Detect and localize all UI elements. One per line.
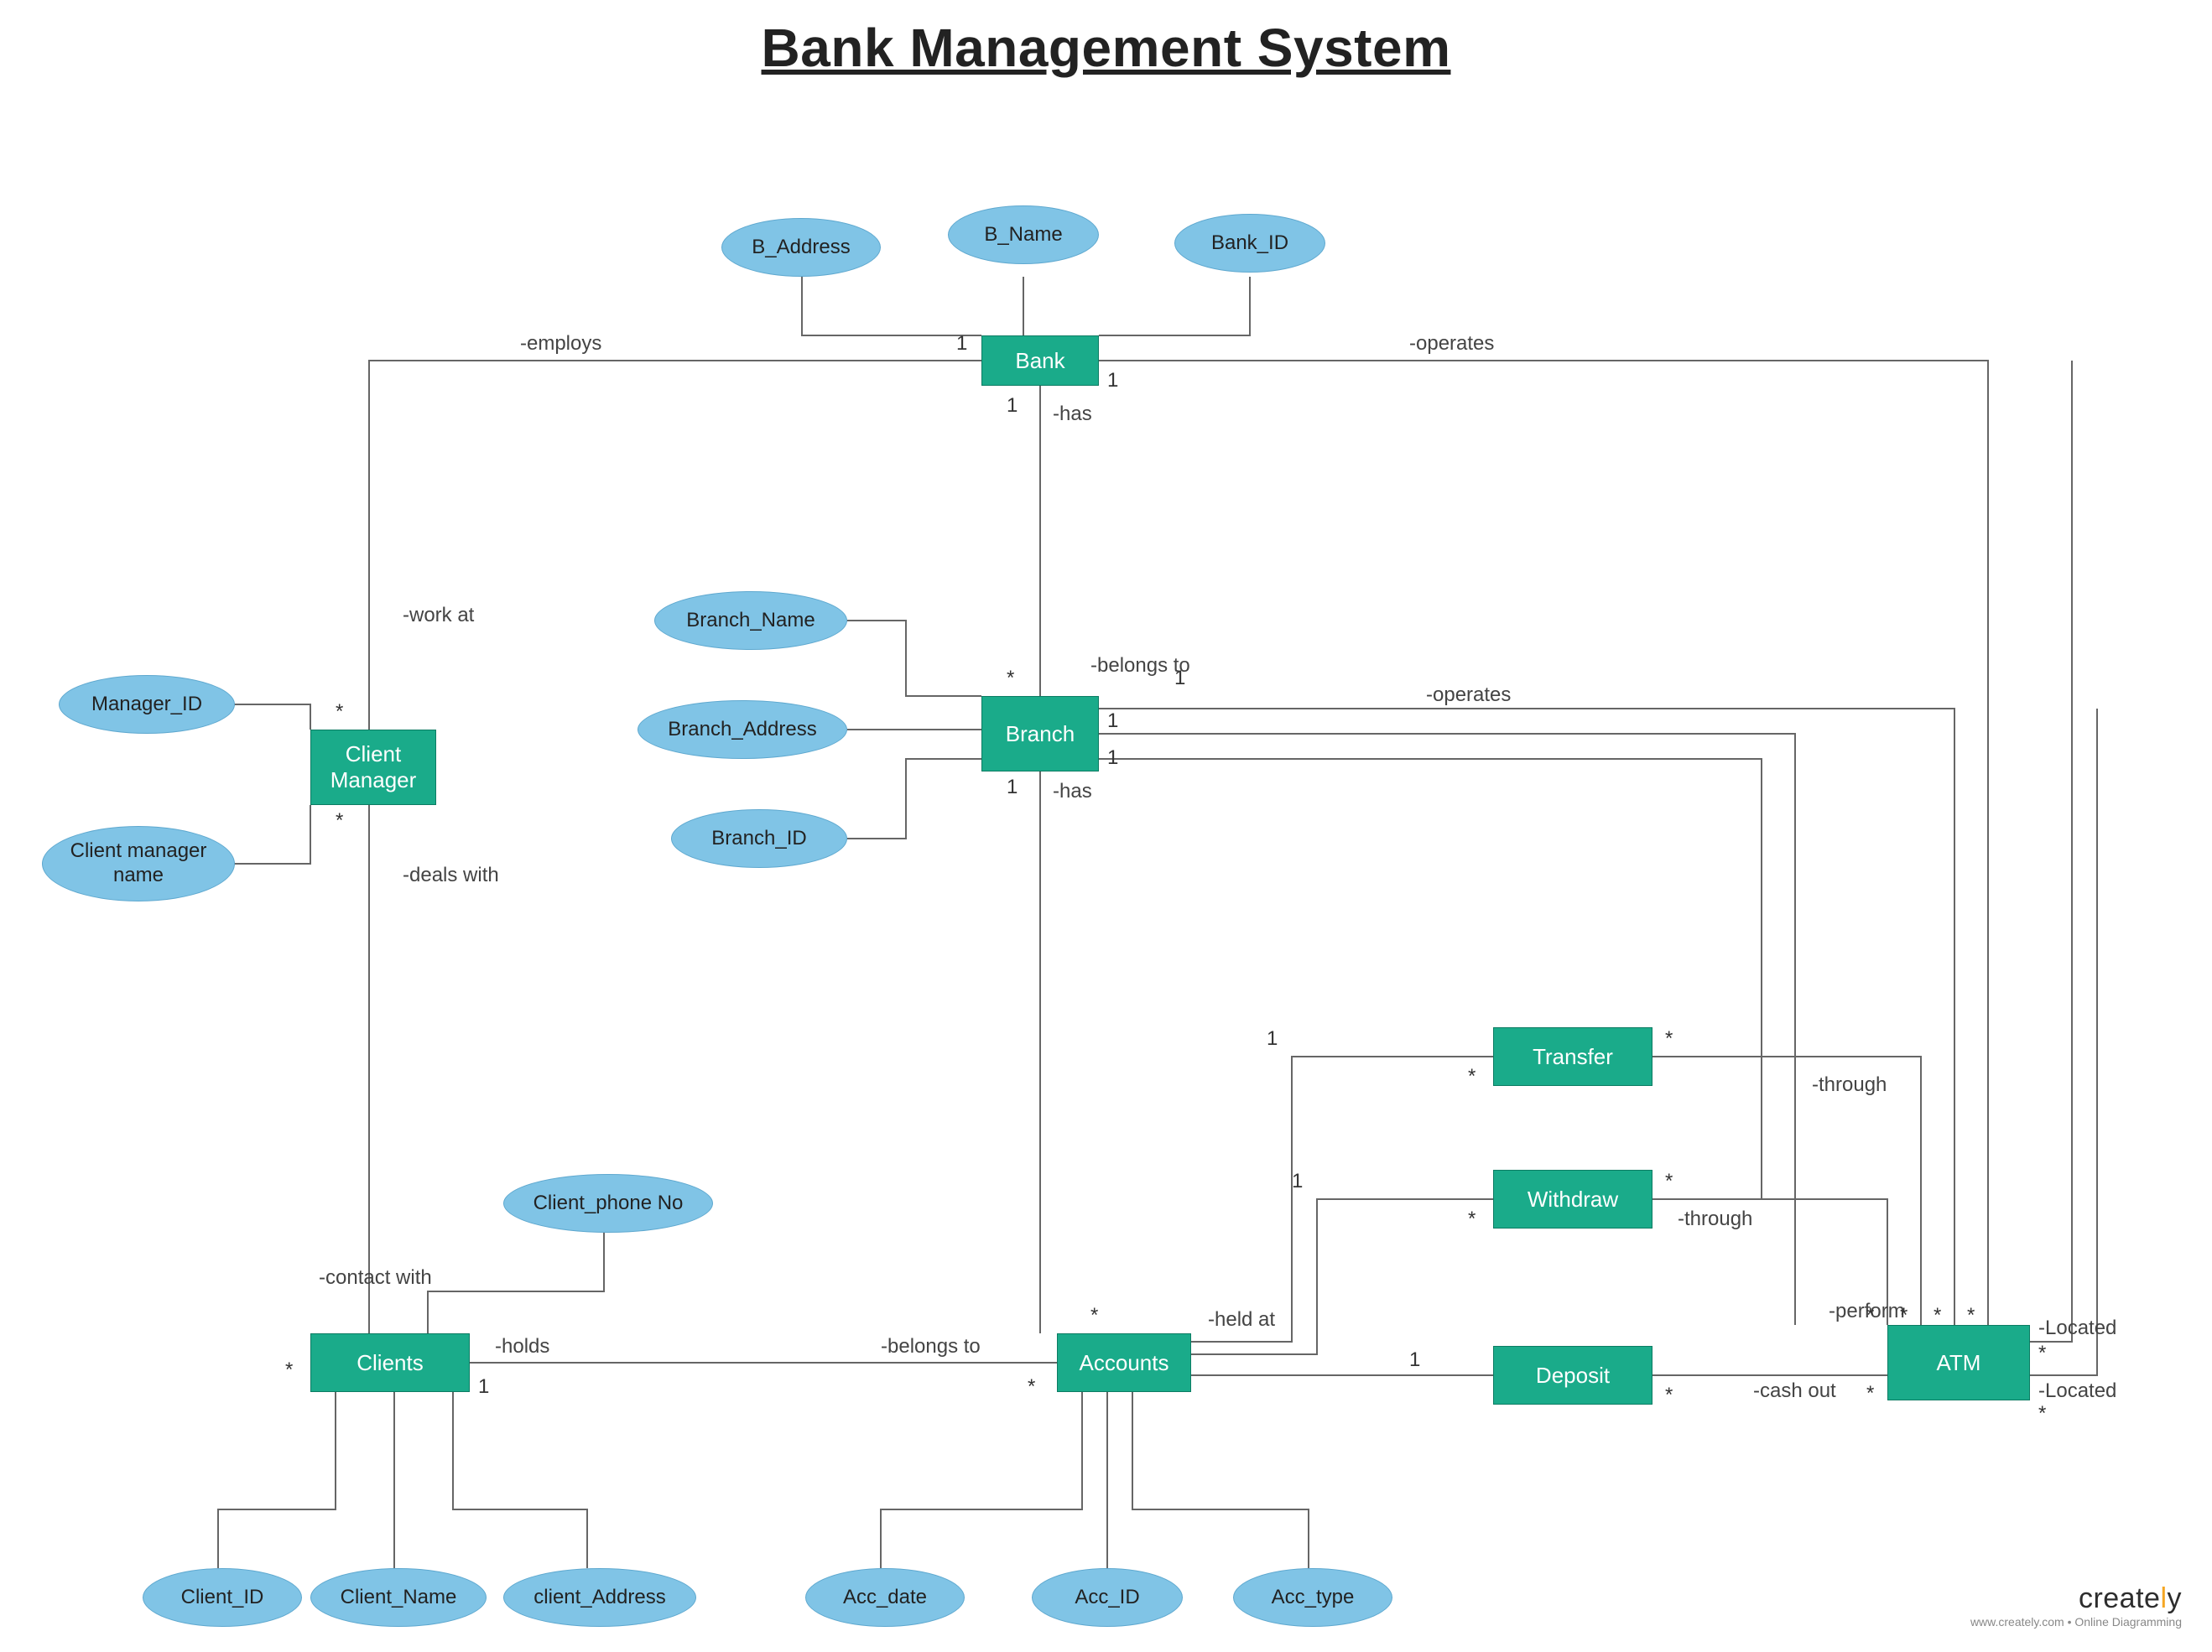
entity-clients: Clients [310, 1333, 470, 1392]
rel-holds: -holds [495, 1335, 549, 1358]
entity-transfer: Transfer [1493, 1027, 1652, 1086]
card-deposit-1: 1 [1409, 1348, 1420, 1372]
rel-has-branch: -has [1053, 780, 1092, 803]
attr-client-name: Client_Name [310, 1568, 487, 1627]
connector-layer [0, 0, 2212, 1652]
card-atm-w-star: * [1900, 1304, 1908, 1327]
card-transfer-1: 1 [1267, 1027, 1278, 1051]
entity-deposit: Deposit [1493, 1346, 1652, 1405]
attr-branch-address: Branch_Address [638, 700, 847, 759]
rel-located-2: -Located [2038, 1379, 2116, 1403]
card-atm-b2-star: * [1967, 1304, 1975, 1327]
attr-branch-name: Branch_Name [654, 591, 847, 650]
attr-bank-id: Bank_ID [1174, 214, 1325, 273]
attr-b-name: B_Name [948, 205, 1099, 264]
entity-atm: ATM [1887, 1325, 2030, 1400]
card-atm-loc2-star: * [2038, 1402, 2046, 1426]
attr-client-address: client_Address [503, 1568, 696, 1627]
logo-subtitle: www.creately.com • Online Diagramming [1970, 1615, 2182, 1629]
attr-client-manager-name: Client manager name [42, 826, 235, 901]
card-branch-belongs-1: 1 [1174, 667, 1185, 690]
creately-logo: creately www.creately.com • Online Diagr… [1970, 1582, 2182, 1629]
attr-acc-type: Acc_type [1233, 1568, 1392, 1627]
card-atm-b1-star: * [1934, 1304, 1941, 1327]
rel-operates-branch: -operates [1426, 683, 1511, 707]
card-withdraw-right-star: * [1665, 1170, 1673, 1193]
card-bank-operates-1: 1 [1107, 369, 1118, 392]
card-deposit-star: * [1665, 1384, 1673, 1407]
card-acc-held-star: * [1090, 1304, 1098, 1327]
rel-through-transfer: -through [1812, 1073, 1887, 1097]
card-branch-belongs-star: * [1007, 667, 1014, 690]
rel-work-at: -work at [403, 604, 474, 627]
rel-belongs-to-acc: -belongs to [881, 1335, 981, 1358]
card-clients-left-star: * [285, 1358, 293, 1382]
card-cm-bot-star: * [336, 809, 343, 833]
diagram-canvas: Bank Management System [0, 0, 2212, 1652]
attr-manager-id: Manager_ID [59, 675, 235, 734]
rel-through-withdraw: -through [1678, 1208, 1752, 1231]
rel-has-bank: -has [1053, 403, 1092, 426]
attr-client-id: Client_ID [143, 1568, 302, 1627]
card-withdraw-1: 1 [1292, 1170, 1303, 1193]
card-withdraw-star: * [1468, 1208, 1476, 1231]
card-clients-holds-1: 1 [478, 1375, 489, 1399]
card-branch-row2-1: 1 [1107, 709, 1118, 733]
entity-client-manager: Client Manager [310, 730, 436, 805]
entity-accounts: Accounts [1057, 1333, 1191, 1392]
rel-contact-with: -contact with [319, 1266, 432, 1290]
card-transfer-right-star: * [1665, 1027, 1673, 1051]
card-branch-row3-1: 1 [1107, 746, 1118, 770]
entity-bank: Bank [981, 335, 1099, 386]
attr-acc-date: Acc_date [805, 1568, 965, 1627]
entity-branch: Branch [981, 696, 1099, 771]
attr-b-address: B_Address [721, 218, 881, 277]
rel-located-1: -Located [2038, 1317, 2116, 1340]
card-branch-has-1: 1 [1007, 776, 1018, 799]
attr-acc-id: Acc_ID [1032, 1568, 1183, 1627]
rel-held-at: -held at [1208, 1308, 1275, 1332]
rel-employs: -employs [520, 332, 601, 356]
rel-deals-with: -deals with [403, 864, 499, 887]
card-atm-t-star: * [1866, 1304, 1874, 1327]
card-atm-loc1-star: * [2038, 1342, 2046, 1365]
card-bank-employs-1: 1 [956, 332, 967, 356]
rel-cash-out: -cash out [1753, 1379, 1836, 1403]
card-cm-top-star: * [336, 700, 343, 724]
card-transfer-star: * [1468, 1065, 1476, 1088]
rel-operates-bank: -operates [1409, 332, 1494, 356]
card-bank-has-1: 1 [1007, 394, 1018, 418]
logo-brand: creately [1970, 1582, 2182, 1615]
attr-branch-id: Branch_ID [671, 809, 847, 868]
entity-withdraw: Withdraw [1493, 1170, 1652, 1229]
card-acc-belongs-star: * [1028, 1375, 1035, 1399]
card-atm-cash-star: * [1866, 1382, 1874, 1405]
attr-client-phone: Client_phone No [503, 1174, 713, 1233]
